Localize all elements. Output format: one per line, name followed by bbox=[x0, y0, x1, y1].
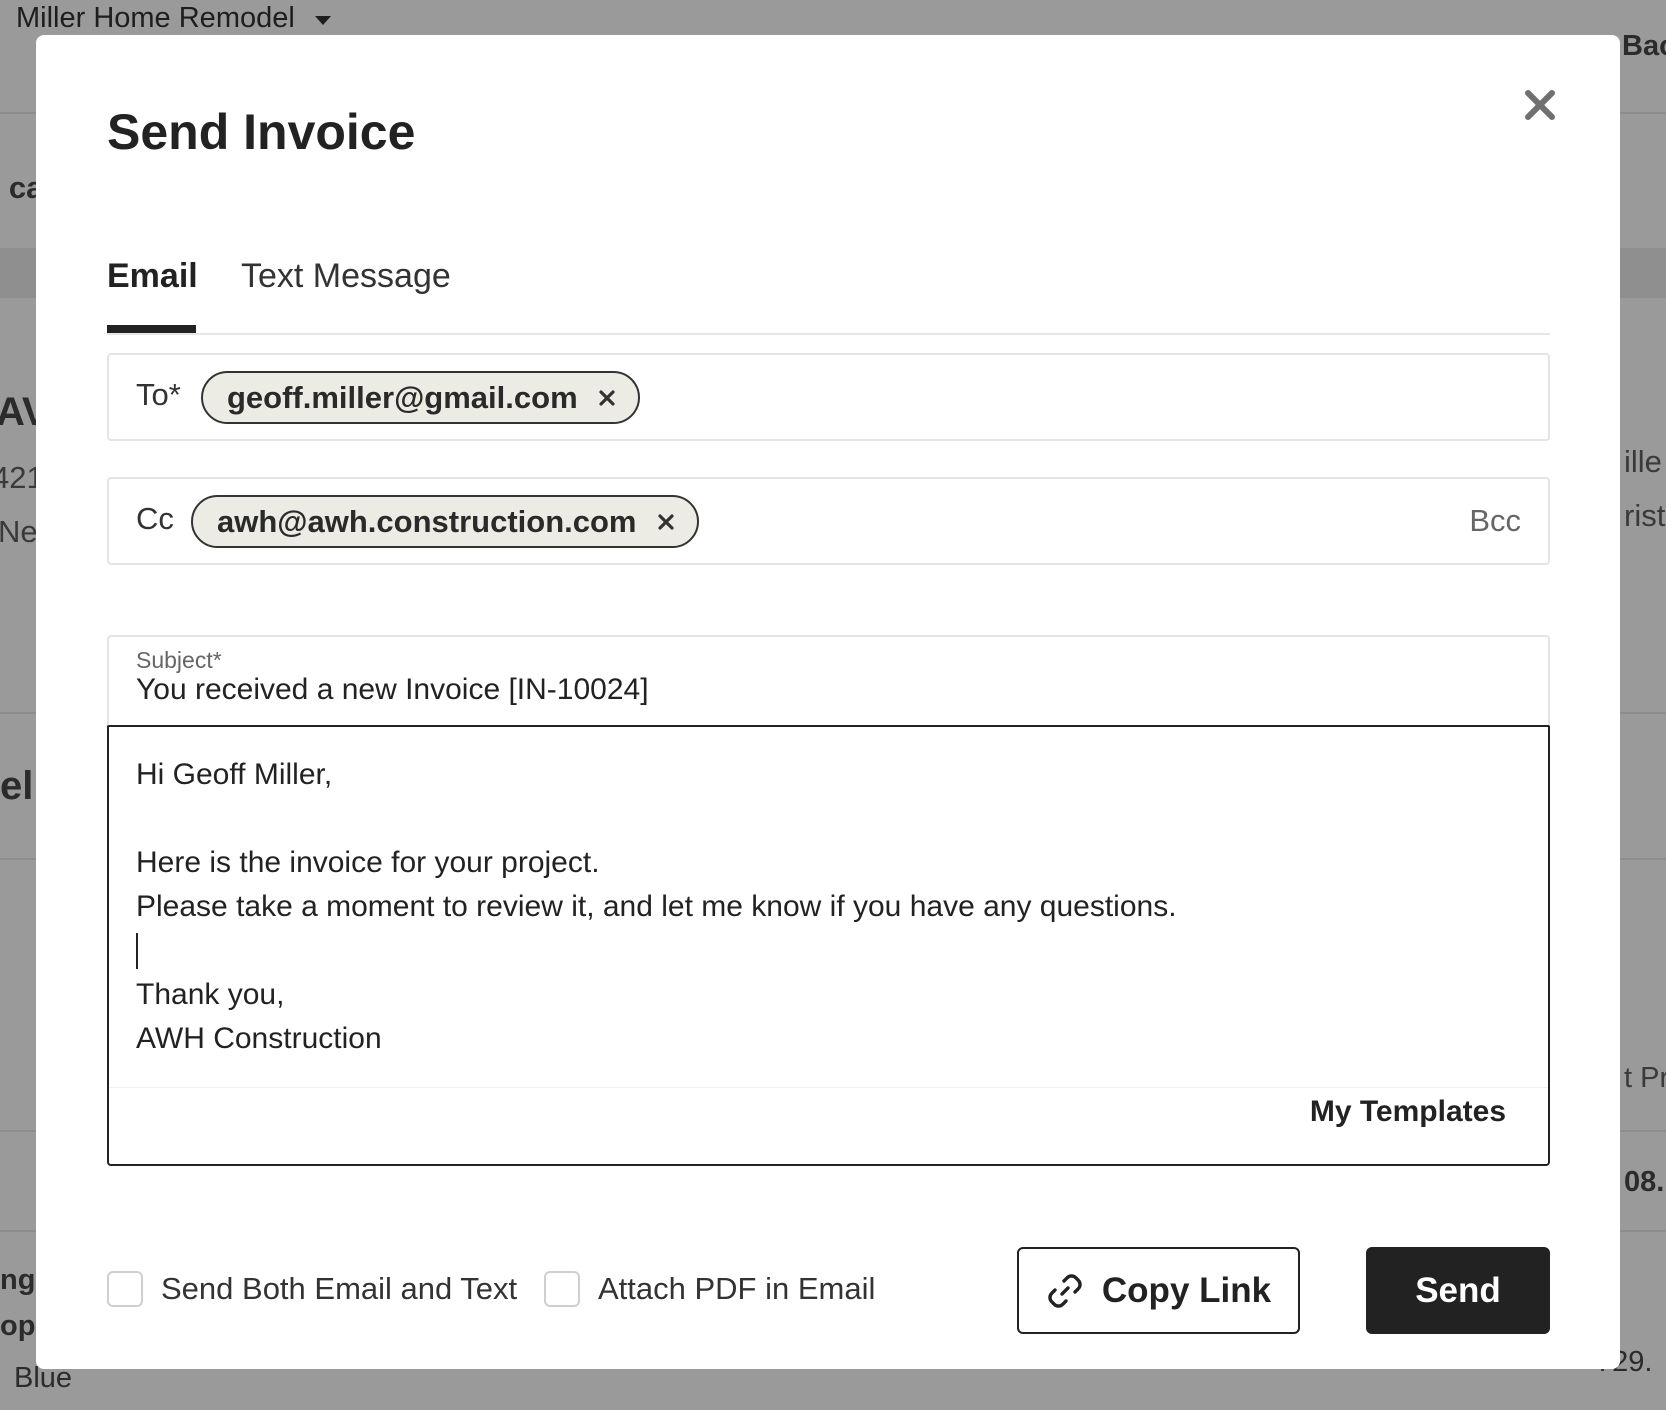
send-button[interactable]: Send bbox=[1366, 1247, 1550, 1334]
close-icon bbox=[657, 513, 674, 530]
subject-field[interactable]: Subject* bbox=[107, 635, 1550, 727]
cc-chip: awh@awh.construction.com bbox=[191, 495, 699, 548]
body-line bbox=[136, 797, 1177, 841]
to-field[interactable]: To* geoff.miller@gmail.com bbox=[107, 353, 1550, 441]
body-line bbox=[136, 929, 1177, 973]
recipient-email: geoff.miller@gmail.com bbox=[227, 379, 578, 415]
email-body-text[interactable]: Hi Geoff Miller, Here is the invoice for… bbox=[136, 753, 1177, 1061]
templates-divider bbox=[109, 1087, 1548, 1088]
subject-input[interactable] bbox=[136, 673, 1516, 707]
bg-text: Ne bbox=[0, 514, 38, 549]
to-label: To* bbox=[136, 377, 181, 412]
attach-pdf-option[interactable]: Attach PDF in Email bbox=[544, 1271, 875, 1307]
project-selector[interactable]: Miller Home Remodel bbox=[16, 2, 331, 35]
bcc-toggle[interactable]: Bcc bbox=[1469, 503, 1521, 539]
copy-link-label: Copy Link bbox=[1101, 1270, 1272, 1310]
tab-text-message[interactable]: Text Message bbox=[241, 257, 451, 296]
remove-recipient-button[interactable] bbox=[598, 389, 616, 407]
cc-email: awh@awh.construction.com bbox=[217, 503, 637, 539]
link-icon bbox=[1048, 1273, 1082, 1308]
close-icon bbox=[1525, 90, 1555, 120]
recipient-chip: geoff.miller@gmail.com bbox=[201, 371, 640, 424]
tab-bar: Email Text Message bbox=[107, 227, 1550, 335]
subject-label: Subject* bbox=[136, 647, 222, 673]
bg-text: ng bbox=[0, 1264, 36, 1296]
close-button[interactable] bbox=[1520, 85, 1560, 125]
bg-text: rist bbox=[1624, 498, 1666, 533]
body-line: AWH Construction bbox=[136, 1022, 382, 1055]
cc-field[interactable]: Cc awh@awh.construction.com Bcc bbox=[107, 477, 1550, 565]
attach-pdf-label: Attach PDF in Email bbox=[598, 1271, 876, 1306]
bg-text: op bbox=[0, 1310, 36, 1342]
copy-link-button[interactable]: Copy Link bbox=[1017, 1247, 1300, 1334]
body-line: Thank you, bbox=[136, 978, 285, 1011]
send-both-option[interactable]: Send Both Email and Text bbox=[107, 1271, 517, 1307]
project-name: Miller Home Remodel bbox=[16, 2, 295, 34]
email-body-editor[interactable]: Hi Geoff Miller, Here is the invoice for… bbox=[107, 725, 1550, 1166]
body-line: Please take a moment to review it, and l… bbox=[136, 890, 1177, 923]
chevron-down-icon bbox=[314, 16, 331, 25]
remove-cc-button[interactable] bbox=[657, 513, 675, 531]
tab-email[interactable]: Email bbox=[107, 257, 198, 296]
send-both-label: Send Both Email and Text bbox=[161, 1271, 518, 1306]
bg-text: ille bbox=[1624, 444, 1662, 479]
modal-title: Send Invoice bbox=[107, 104, 416, 160]
modal-footer: Send Both Email and Text Attach PDF in E… bbox=[107, 1245, 1550, 1335]
bg-text: Bac bbox=[1622, 30, 1666, 62]
bg-text: el bbox=[0, 764, 34, 808]
bg-text: 08. bbox=[1624, 1166, 1665, 1198]
bg-text: t Pr bbox=[1624, 1062, 1666, 1094]
attach-pdf-checkbox[interactable] bbox=[544, 1271, 580, 1307]
text-cursor bbox=[136, 933, 138, 969]
send-both-checkbox[interactable] bbox=[107, 1271, 143, 1307]
close-icon bbox=[599, 389, 615, 406]
cc-label: Cc bbox=[136, 501, 174, 536]
send-invoice-modal: Send Invoice Email Text Message To* geof… bbox=[36, 35, 1620, 1369]
my-templates-button[interactable]: My Templates bbox=[1310, 1095, 1506, 1129]
body-line: Here is the invoice for your project. bbox=[136, 846, 600, 879]
active-tab-indicator bbox=[107, 325, 196, 333]
body-line: Hi Geoff Miller, bbox=[136, 758, 333, 791]
